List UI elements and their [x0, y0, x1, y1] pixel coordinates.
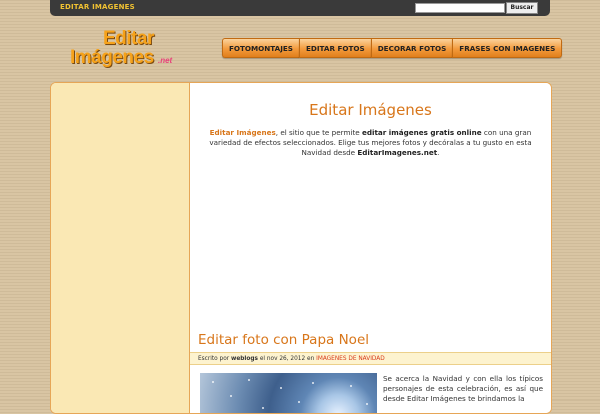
nav-item-fotomontajes[interactable]: FOTOMONTAJES [222, 38, 299, 58]
snowflake [350, 385, 352, 387]
sidebar [51, 83, 190, 413]
snowflake [280, 387, 282, 389]
main-nav: FOTOMONTAJES EDITAR FOTOS DECORAR FOTOS … [222, 38, 563, 58]
snowflake [298, 401, 300, 403]
post-thumbnail-image[interactable] [200, 373, 377, 413]
snowflake [248, 379, 250, 381]
post-meta-prefix: Escrito por [198, 356, 231, 362]
snowflake [212, 381, 214, 383]
intro-part3: . [437, 148, 440, 157]
intro-part1: , el sitio que te permite [275, 128, 362, 137]
post-author-link[interactable]: weblogs [231, 356, 258, 362]
post-meta: Escrito por weblogs el nov 26, 2012 en I… [190, 352, 551, 365]
topbar-home-link[interactable]: EDITAR IMAGENES [60, 3, 135, 11]
logo-text-imagenes: Imágenes [70, 47, 154, 68]
post-meta-middle: el nov 26, 2012 en [258, 356, 317, 362]
intro-brand-link[interactable]: Editar Imágenes [210, 128, 276, 137]
site-logo[interactable]: Editar Imágenes .net [70, 28, 180, 72]
nav-item-frases-con-imagenes[interactable]: FRASES CON IMAGENES [452, 38, 563, 58]
nav-item-editar-fotos[interactable]: EDITAR FOTOS [298, 38, 371, 58]
logo-text-net: .net [158, 56, 173, 65]
intro-bold1: editar imágenes gratis online [361, 128, 482, 137]
search-button[interactable]: Buscar [506, 2, 538, 14]
content-area: Editar Imágenes Editar Imágenes, el siti… [190, 83, 551, 413]
main-container: Editar Imágenes Editar Imágenes, el siti… [50, 82, 552, 414]
page-title: Editar Imágenes [309, 101, 432, 119]
nav-item-decorar-fotos[interactable]: DECORAR FOTOS [370, 38, 453, 58]
intro-text: Editar Imágenes, el sitio que te permite… [202, 128, 539, 158]
post-category-link[interactable]: IMAGENES DE NAVIDAD [316, 356, 385, 362]
post-title-link[interactable]: Editar foto con Papa Noel [198, 332, 369, 348]
snowflake [262, 407, 264, 409]
snowflake [312, 382, 314, 384]
intro-bold2: EditarImagenes.net [357, 148, 438, 157]
top-bar: EDITAR IMAGENES Buscar [50, 0, 550, 16]
snowflake [366, 403, 368, 405]
snowflake [230, 395, 232, 397]
search-input[interactable] [415, 3, 505, 13]
